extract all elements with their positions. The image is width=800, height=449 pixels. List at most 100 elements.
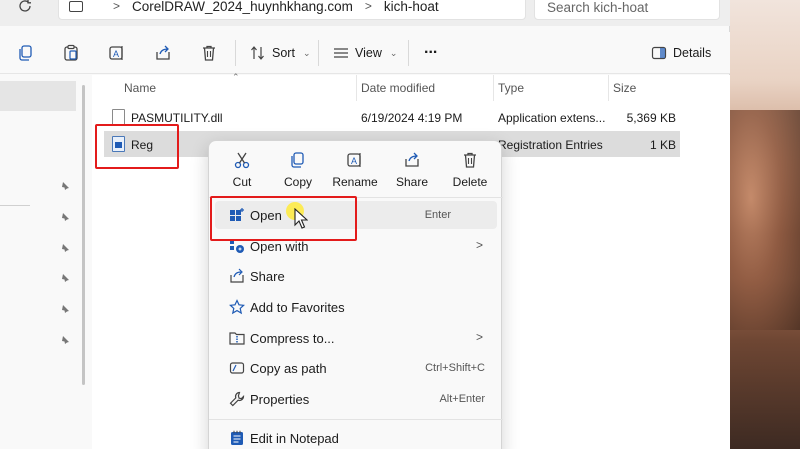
menu-item-label: Share (250, 269, 285, 284)
pin-icon (61, 244, 69, 253)
menu-item-copy-as-path[interactable]: Copy as path Ctrl+Shift+C (215, 354, 497, 382)
share-icon (230, 268, 244, 283)
nav-scrollbar[interactable] (82, 85, 85, 385)
more-options-button[interactable]: ... (424, 40, 437, 58)
paste-icon[interactable] (62, 44, 80, 62)
details-label: Details (673, 46, 712, 60)
column-divider[interactable] (356, 75, 357, 101)
chevron-right-icon: > (113, 0, 121, 13)
chevron-right-icon: > (475, 330, 483, 344)
menu-item-label: Compress to... (250, 331, 335, 346)
notepad-icon (231, 430, 243, 445)
highlight-box-open (210, 196, 357, 241)
rename-button[interactable]: A Rename (327, 149, 383, 193)
menu-item-properties[interactable]: Properties Alt+Enter (215, 385, 497, 413)
context-menu: Cut Copy A Rename Share Delete Open Ente… (208, 140, 503, 449)
view-button[interactable]: View ⌄ (333, 44, 397, 62)
toolbar-divider (235, 40, 236, 66)
refresh-icon[interactable] (17, 0, 35, 16)
file-name: PASMUTILITY.dll (131, 111, 223, 125)
zip-folder-icon (229, 332, 245, 345)
menu-item-edit-in-notepad[interactable]: Edit in Notepad (215, 424, 497, 449)
menu-item-shortcut: Enter (424, 209, 451, 221)
menu-item-label: Copy as path (250, 361, 327, 376)
breadcrumb-current[interactable]: kich-hoat (384, 0, 439, 14)
search-input[interactable]: Search kich-hoat (534, 0, 720, 20)
breadcrumb-folder[interactable]: CorelDRAW_2024_huynhkhang.com (132, 0, 353, 14)
view-list-icon (334, 48, 348, 58)
table-row[interactable]: PASMUTILITY.dll 6/19/2024 4:19 PM Applic… (104, 104, 680, 130)
trash-icon[interactable] (200, 44, 218, 62)
toolbar-divider (318, 40, 319, 66)
chevron-right-icon: > (475, 238, 483, 252)
menu-item-label: Add to Favorites (250, 300, 345, 315)
share-button[interactable]: Share (384, 149, 440, 193)
delete-button[interactable]: Delete (442, 149, 498, 193)
copy-icon[interactable] (17, 44, 35, 62)
sort-button[interactable]: Sort ⌄ (250, 44, 310, 62)
column-header-date[interactable]: Date modified (361, 81, 435, 95)
chevron-right-icon: > (364, 0, 372, 13)
mouse-pointer-icon (294, 208, 308, 229)
toolbar-divider (408, 40, 409, 66)
sort-icon (251, 46, 264, 60)
column-divider[interactable] (493, 75, 494, 101)
chevron-down-icon: ⌄ (302, 47, 311, 58)
command-bar: A Sort ⌄ View ⌄ ... Details (0, 32, 730, 74)
share-icon[interactable] (154, 44, 172, 62)
svg-text:A: A (113, 49, 119, 59)
pin-icon (61, 336, 69, 345)
column-divider[interactable] (608, 75, 609, 101)
details-pane-button[interactable]: Details (651, 44, 711, 62)
file-size: 1 KB (649, 138, 676, 152)
highlight-box-file (95, 124, 179, 169)
column-header-type[interactable]: Type (498, 81, 524, 95)
menu-item-shortcut: Alt+Enter (439, 393, 485, 405)
nav-divider (0, 205, 30, 206)
details-pane-icon (651, 46, 667, 60)
svg-text:A: A (351, 156, 357, 166)
menu-item-label: Properties (250, 392, 310, 407)
desktop-wallpaper (730, 0, 800, 449)
address-row: > CorelDRAW_2024_huynhkhang.com > kich-h… (0, 0, 730, 26)
share-label: Share (395, 175, 429, 189)
menu-item-share[interactable]: Share (215, 262, 497, 290)
sort-label: Sort (272, 46, 295, 60)
menu-item-label: Open with (250, 239, 309, 254)
chevron-down-icon: ⌄ (389, 47, 398, 58)
copy-button[interactable]: Copy (270, 149, 326, 193)
share-icon (405, 152, 419, 167)
cut-button[interactable]: Cut (214, 149, 270, 193)
pin-icon (61, 213, 69, 222)
wallpaper-rock (730, 110, 800, 330)
file-type: Application extens... (498, 111, 606, 125)
pin-icon (61, 305, 69, 314)
rename-label: Rename (332, 175, 378, 189)
pin-icon (61, 182, 69, 191)
menu-item-add-to-favorites[interactable]: Add to Favorites (215, 293, 497, 321)
column-header-name[interactable]: Name (124, 81, 156, 95)
dll-file-icon (112, 109, 125, 125)
file-date: 6/19/2024 4:19 PM (361, 111, 463, 125)
view-label: View (355, 46, 382, 60)
rename-icon: A (347, 153, 361, 167)
copy-label: Copy (283, 175, 312, 189)
column-header-size[interactable]: Size (613, 81, 636, 95)
file-size: 5,369 KB (626, 111, 676, 125)
address-bar[interactable]: > CorelDRAW_2024_huynhkhang.com > kich-h… (58, 0, 526, 20)
menu-divider (209, 419, 503, 420)
scissors-icon (234, 152, 250, 169)
this-pc-icon (69, 0, 83, 12)
menu-item-shortcut: Ctrl+Shift+C (425, 362, 485, 374)
menu-item-compress[interactable]: Compress to... > (215, 324, 497, 352)
rename-icon[interactable]: A (108, 44, 126, 62)
menu-item-label: Edit in Notepad (250, 431, 339, 446)
file-type: Registration Entries (498, 138, 603, 152)
cut-label: Cut (232, 175, 252, 189)
star-icon (229, 299, 245, 315)
delete-label: Delete (452, 175, 488, 189)
nav-selected-item[interactable] (0, 81, 76, 111)
path-icon (229, 362, 245, 374)
navigation-pane (0, 75, 90, 449)
copy-icon (291, 152, 304, 168)
